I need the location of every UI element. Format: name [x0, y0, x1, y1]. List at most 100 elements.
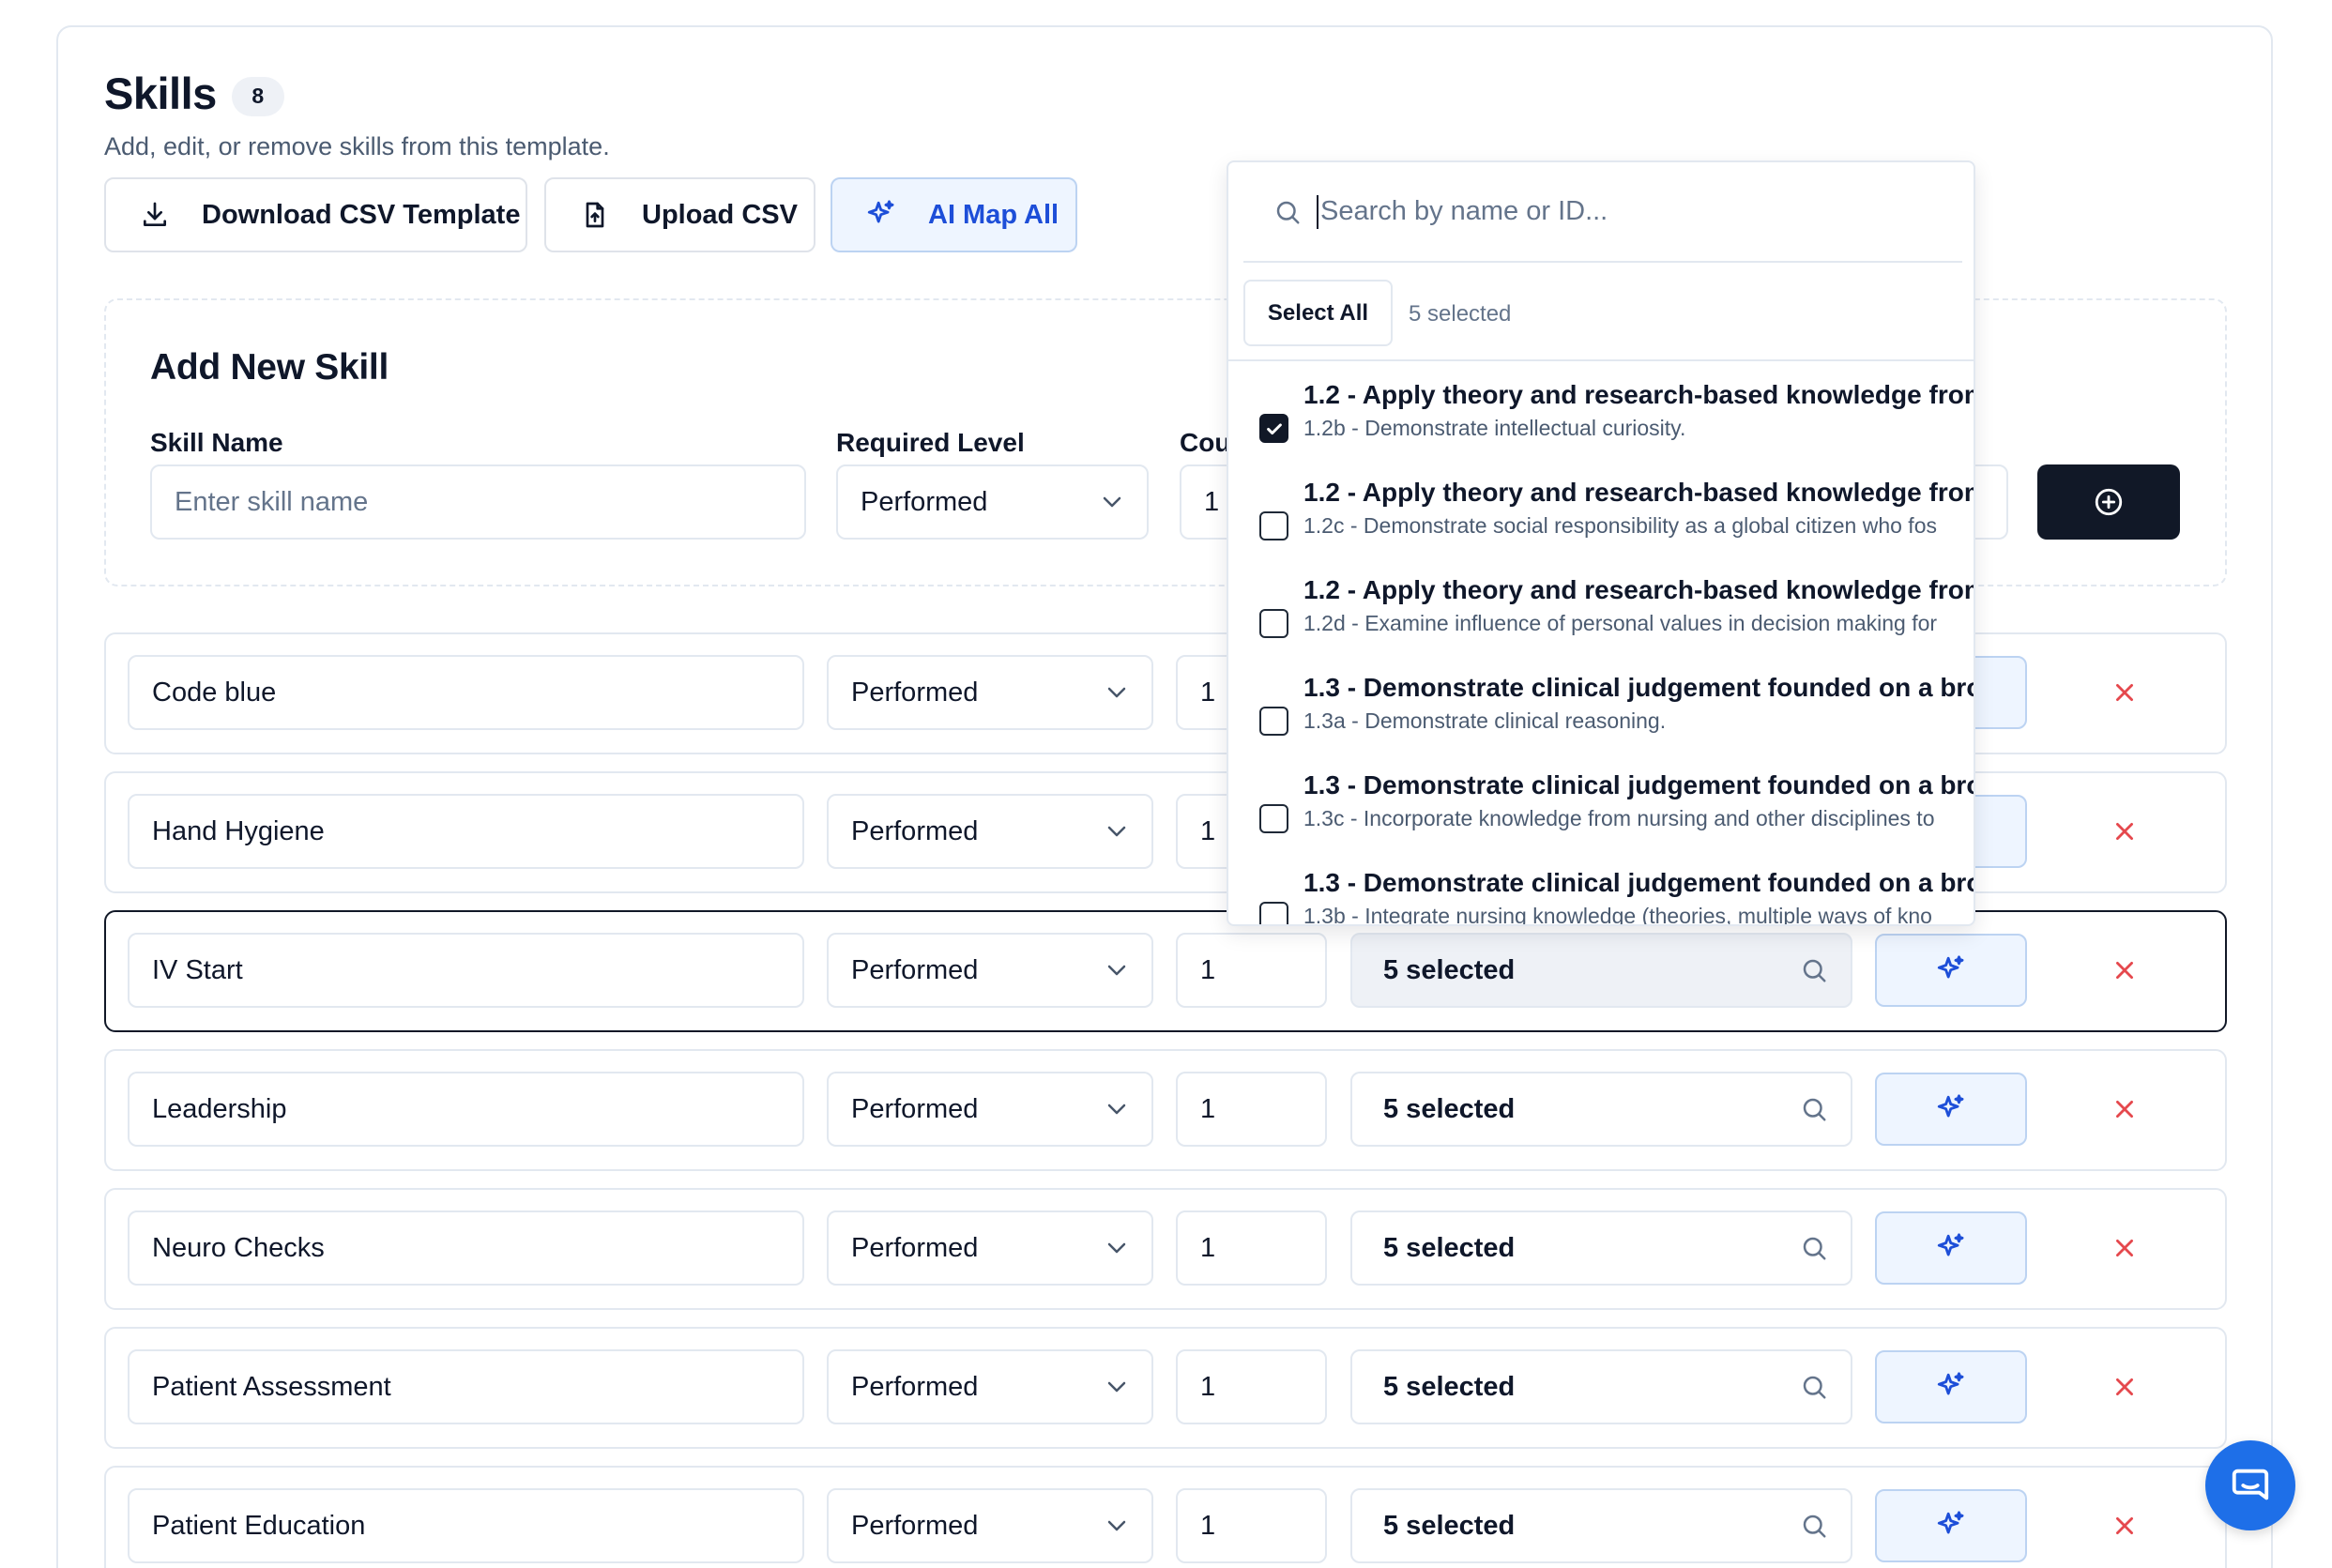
delete-skill-button[interactable]	[2106, 1507, 2143, 1545]
add-skill-title: Add New Skill	[150, 347, 389, 388]
delete-skill-button[interactable]	[2106, 1090, 2143, 1128]
skill-level-value: Performed	[851, 677, 979, 708]
sparkles-icon	[862, 196, 900, 234]
skill-mapping-value: 5 selected	[1383, 1371, 1516, 1402]
close-icon	[2116, 1378, 2133, 1395]
delete-skill-button[interactable]	[2106, 951, 2143, 989]
skill-level-select[interactable]: Performed	[827, 655, 1153, 730]
ai-map-skill-button[interactable]	[1875, 1073, 2027, 1146]
header: Skills 8	[104, 68, 284, 119]
skill-name-field[interactable]: IV Start	[128, 933, 804, 1008]
page-title: Skills	[104, 69, 217, 118]
dropdown-options-list[interactable]: 1.2 - Apply theory and research-based kn…	[1228, 361, 1974, 926]
download-csv-template-button[interactable]: Download CSV Template	[104, 177, 527, 252]
sparkles-icon	[1937, 1233, 1964, 1256]
skill-count-input[interactable]: 1	[1176, 1488, 1327, 1563]
skill-name-field[interactable]: Patient Education	[128, 1488, 804, 1563]
dropdown-search-input[interactable]	[1320, 196, 1883, 227]
skill-level-value: Performed	[851, 1371, 979, 1402]
ai-map-all-button[interactable]: AI Map All	[831, 177, 1077, 252]
plus-circle-icon	[2095, 488, 2123, 516]
chevron-down-icon	[1107, 1104, 1126, 1115]
sparkles-icon	[1937, 1094, 1964, 1118]
required-level-select[interactable]: Performed	[836, 464, 1149, 540]
file-upload-icon	[576, 196, 614, 234]
skill-name-field[interactable]: Neuro Checks	[128, 1210, 804, 1286]
skill-count-badge: 8	[231, 76, 284, 116]
skill-mapping-select[interactable]: 5 selected	[1350, 1488, 1852, 1563]
skill-level-select[interactable]: Performed	[827, 1210, 1153, 1286]
option-checkbox[interactable]	[1259, 707, 1288, 736]
close-icon	[2116, 1240, 2133, 1256]
option-checkbox[interactable]	[1259, 609, 1288, 638]
skill-name-field[interactable]: Leadership	[128, 1072, 804, 1147]
skill-mapping-select[interactable]: 5 selected	[1350, 1072, 1852, 1147]
mapping-option[interactable]: 1.2 - Apply theory and research-based kn…	[1228, 380, 1974, 478]
delete-skill-button[interactable]	[2106, 674, 2143, 711]
option-title: 1.2 - Apply theory and research-based kn…	[1303, 478, 1974, 507]
skill-level-select[interactable]: Performed	[827, 1488, 1153, 1563]
skill-mapping-value: 5 selected	[1383, 1093, 1516, 1124]
skill-mapping-select[interactable]: 5 selected	[1350, 1349, 1852, 1424]
skill-mapping-value: 5 selected	[1383, 954, 1516, 985]
close-icon	[2116, 1101, 2133, 1118]
close-icon	[2116, 962, 2133, 979]
select-all-button[interactable]: Select All	[1243, 280, 1393, 346]
search-icon	[1803, 959, 1826, 982]
sparkles-icon	[1937, 955, 1964, 979]
chevron-down-icon	[1107, 687, 1126, 698]
option-subtitle: 1.3b - Integrate nursing knowledge (theo…	[1303, 904, 1932, 926]
mapping-option[interactable]: 1.2 - Apply theory and research-based kn…	[1228, 575, 1974, 673]
skill-level-select[interactable]: Performed	[827, 1349, 1153, 1424]
delete-skill-button[interactable]	[2106, 1229, 2143, 1267]
skill-mapping-value: 5 selected	[1383, 1510, 1516, 1541]
upload-csv-label: Upload CSV	[642, 199, 798, 230]
skill-count-input[interactable]: 1	[1176, 933, 1327, 1008]
ai-map-skill-button[interactable]	[1875, 934, 2027, 1007]
chat-launcher-button[interactable]	[2205, 1440, 2295, 1530]
skill-level-value: Performed	[851, 1510, 979, 1541]
download-icon	[136, 196, 174, 234]
option-checkbox[interactable]	[1259, 414, 1288, 443]
chat-icon	[2232, 1469, 2269, 1500]
skill-level-select[interactable]: Performed	[827, 794, 1153, 869]
ai-map-skill-button[interactable]	[1875, 1211, 2027, 1285]
skill-count-input[interactable]: 1	[1176, 1072, 1327, 1147]
skill-count-input[interactable]: 1	[1176, 1349, 1327, 1424]
mapping-option[interactable]: 1.2 - Apply theory and research-based kn…	[1228, 478, 1974, 575]
skill-level-select[interactable]: Performed	[827, 933, 1153, 1008]
chevron-down-icon	[1107, 1242, 1126, 1254]
chevron-down-icon	[1107, 1520, 1126, 1531]
option-checkbox[interactable]	[1259, 804, 1288, 833]
option-checkbox[interactable]	[1259, 902, 1288, 924]
mapping-option[interactable]: 1.3 - Demonstrate clinical judgement fou…	[1228, 868, 1974, 926]
required-level-label: Required Level	[836, 428, 1025, 457]
option-subtitle: 1.3a - Demonstrate clinical reasoning.	[1303, 708, 1667, 733]
skill-level-value: Performed	[851, 1232, 979, 1263]
mapping-option[interactable]: 1.3 - Demonstrate clinical judgement fou…	[1228, 770, 1974, 868]
search-icon	[1803, 1376, 1826, 1399]
delete-skill-button[interactable]	[2106, 1368, 2143, 1406]
option-checkbox[interactable]	[1259, 511, 1288, 540]
ai-map-skill-button[interactable]	[1875, 1350, 2027, 1423]
skill-level-select[interactable]: Performed	[827, 1072, 1153, 1147]
upload-csv-button[interactable]: Upload CSV	[544, 177, 815, 252]
skill-mapping-select[interactable]: 5 selected	[1350, 933, 1852, 1008]
delete-skill-button[interactable]	[2106, 813, 2143, 850]
skill-count-input[interactable]: 1	[1176, 1210, 1327, 1286]
mapping-dropdown: Select All 5 selected 1.2 - Apply theory…	[1227, 160, 1975, 926]
option-subtitle: 1.3c - Incorporate knowledge from nursin…	[1303, 806, 1935, 830]
skill-mapping-select[interactable]: 5 selected	[1350, 1210, 1852, 1286]
chevron-down-icon	[1107, 1381, 1126, 1393]
chevron-down-icon	[1103, 496, 1121, 508]
ai-map-all-label: AI Map All	[928, 199, 1059, 230]
ai-map-skill-button[interactable]	[1875, 1489, 2027, 1562]
option-subtitle: 1.2c - Demonstrate social responsibility…	[1303, 513, 1937, 538]
skill-name-field[interactable]: Hand Hygiene	[128, 794, 804, 869]
skill-name-field[interactable]: Code blue	[128, 655, 804, 730]
skill-mapping-value: 5 selected	[1383, 1232, 1516, 1263]
skill-name-field[interactable]: Patient Assessment	[128, 1349, 804, 1424]
add-skill-button[interactable]	[2037, 464, 2180, 540]
mapping-option[interactable]: 1.3 - Demonstrate clinical judgement fou…	[1228, 673, 1974, 770]
skill-name-input[interactable]: Enter skill name	[150, 464, 806, 540]
